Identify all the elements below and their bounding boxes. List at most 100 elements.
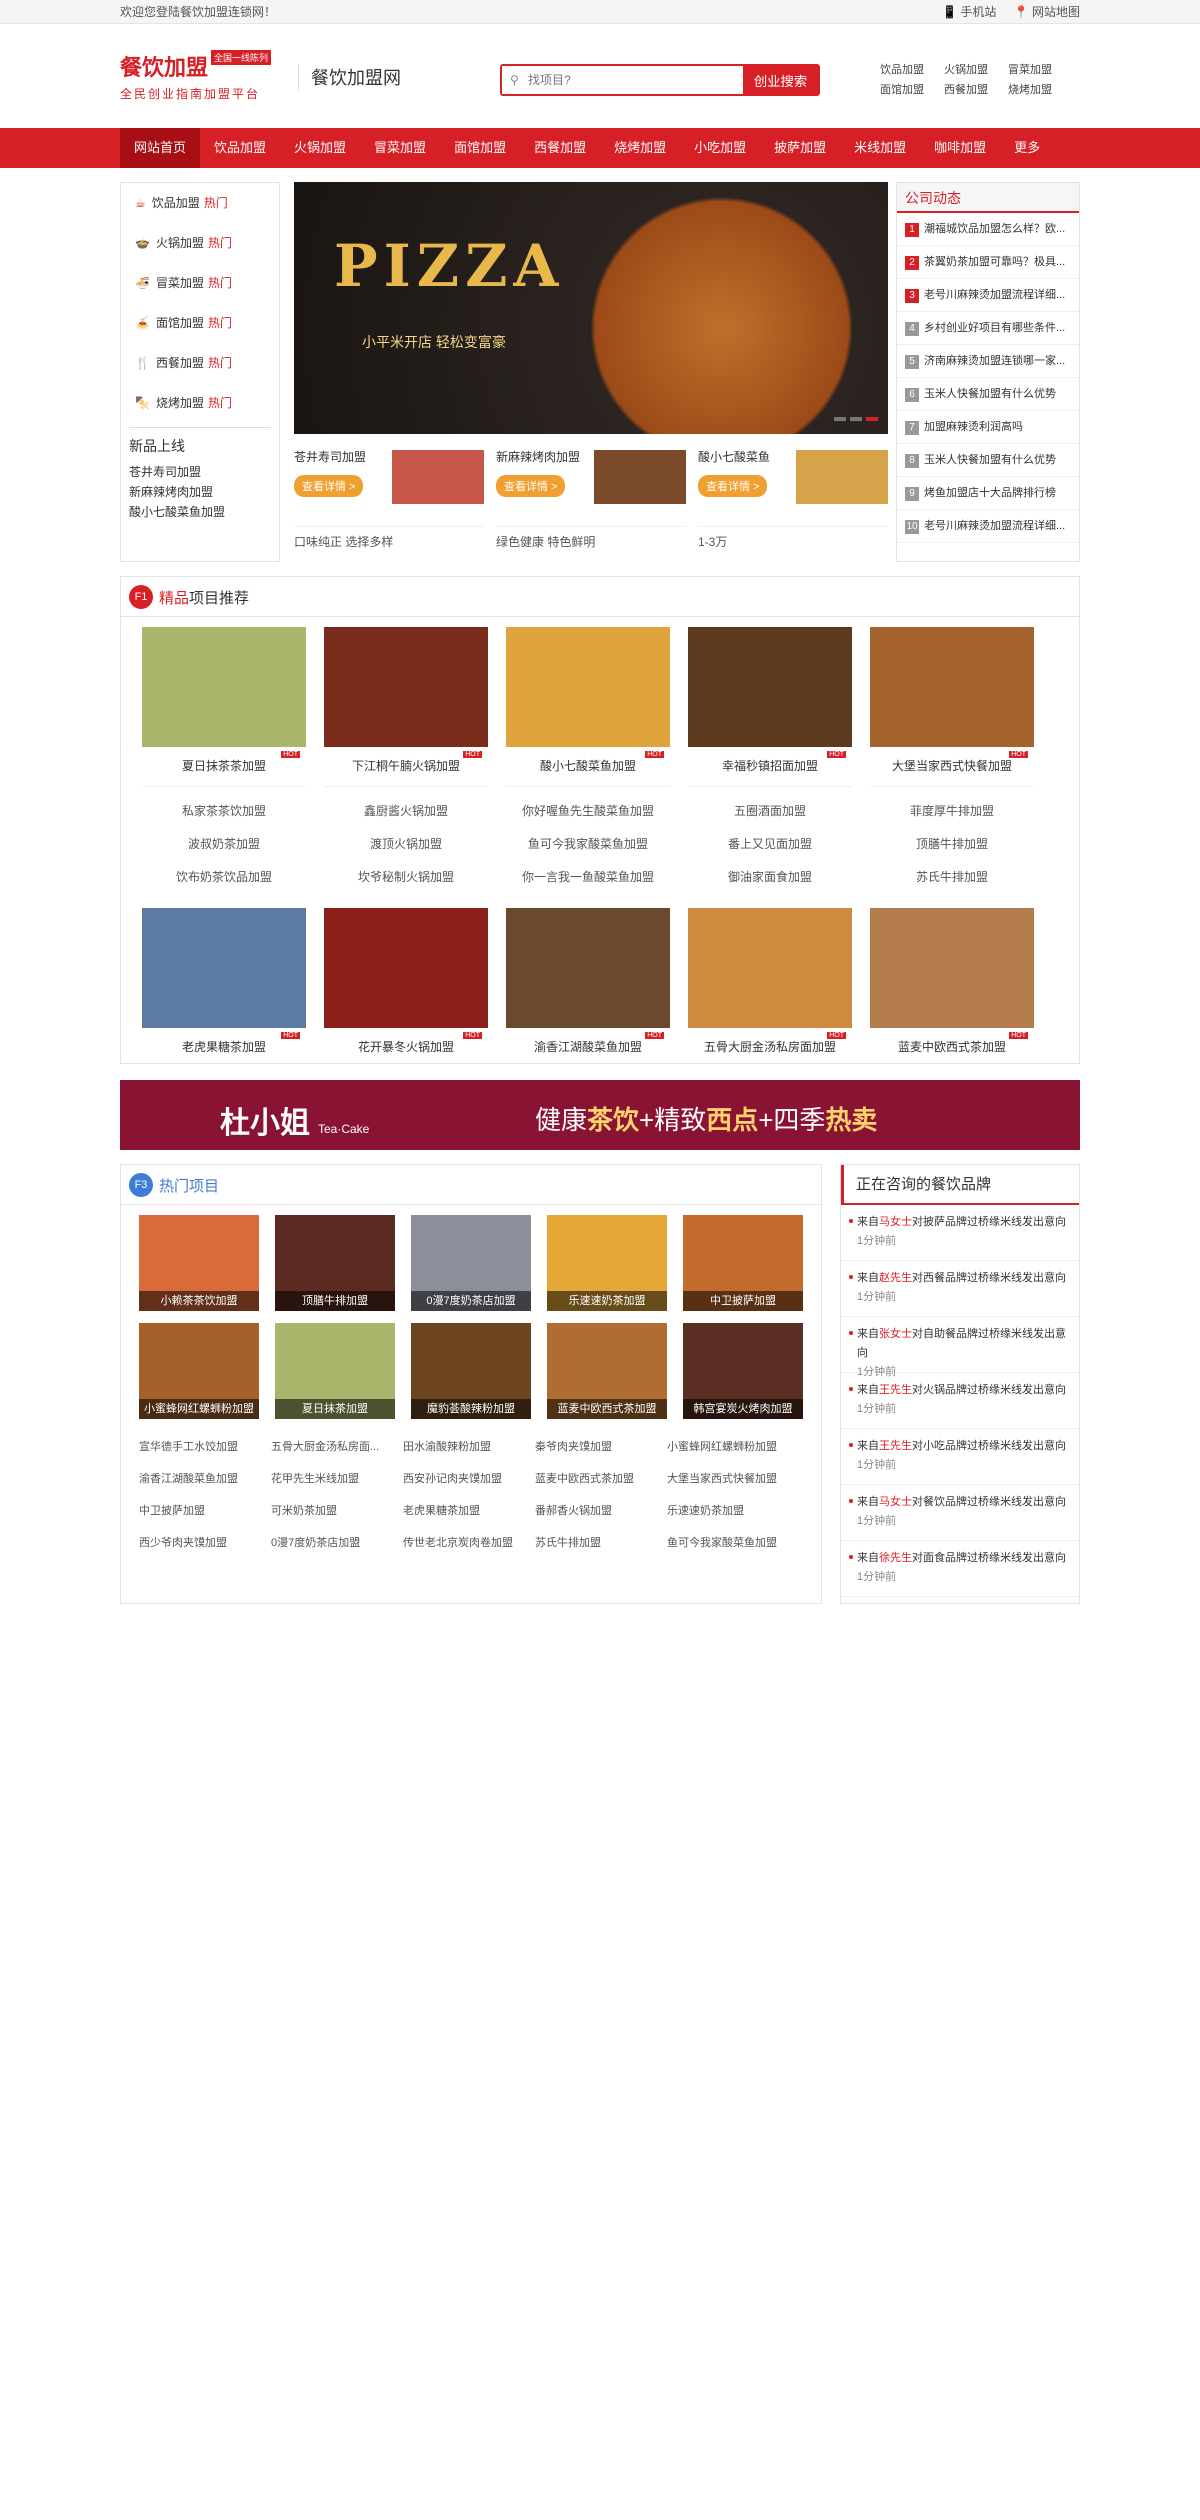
related-link[interactable]: 鱼可今我家酸菜鱼加盟 [506,828,670,861]
related-link[interactable]: 鑫厨酱火锅加盟 [324,795,488,828]
nav-item[interactable]: 西餐加盟 [520,128,600,168]
project-card[interactable]: 花开暴冬火锅加盟 HOT [324,908,488,1055]
related-link[interactable]: 你好喔鱼先生酸菜鱼加盟 [506,795,670,828]
project-card[interactable]: 五骨大厨金汤私房面加盟 HOT [688,908,852,1055]
new-product-link[interactable]: 酸小七酸菜鱼加盟 [129,502,271,522]
hot-tile[interactable]: 乐速速奶茶加盟 [547,1215,667,1311]
hot-link[interactable]: 渝香江湖酸菜鱼加盟 [139,1463,271,1495]
hot-link[interactable]: 西少爷肉夹馍加盟 [139,1527,271,1559]
hot-link[interactable]: 可米奶茶加盟 [271,1495,403,1527]
nav-item[interactable]: 咖啡加盟 [920,128,1000,168]
project-card[interactable]: 酸小七酸菜鱼加盟 HOT 你好喔鱼先生酸菜鱼加盟 鱼可今我家酸菜鱼加盟 你一言我一鱼酸菜… [506,627,670,894]
hot-link[interactable]: 冒菜加盟 [1008,61,1072,80]
sidebar-category[interactable]: 🍴 西餐加盟 热门 [121,343,279,383]
hot-link[interactable]: 传世老北京炭肉卷加盟 [403,1527,535,1559]
nav-item[interactable]: 饮品加盟 [200,128,280,168]
hot-link[interactable]: 饮品加盟 [880,61,944,80]
related-link[interactable]: 坎爷秘制火锅加盟 [324,861,488,894]
hot-link[interactable]: 中卫披萨加盟 [139,1495,271,1527]
related-link[interactable]: 顶膳牛排加盟 [870,828,1034,861]
news-item[interactable]: 8 玉米人快餐加盟有什么优势 [897,444,1079,477]
hot-link[interactable]: 苏氏牛排加盟 [535,1527,667,1559]
hot-tile[interactable]: 小蜜蜂网红螺蛳粉加盟 [139,1323,259,1419]
search-button[interactable]: 创业搜索 [743,66,818,94]
related-link[interactable]: 波叔奶茶加盟 [142,828,306,861]
related-link[interactable]: 菲度厚牛排加盟 [870,795,1034,828]
hot-link[interactable]: 老虎果糖茶加盟 [403,1495,535,1527]
nav-item[interactable]: 网站首页 [120,128,201,168]
hot-tile[interactable]: 蓝麦中欧西式茶加盟 [547,1323,667,1419]
promo-card[interactable]: 苍井寿司加盟 查看详情 > 口味纯正 选择多样 [294,444,484,562]
project-card[interactable]: 老虎果糖茶加盟 HOT [142,908,306,1055]
hot-link[interactable]: 面馆加盟 [880,81,944,100]
nav-item[interactable]: 更多 [1000,128,1054,168]
sidebar-category[interactable]: 🍜 冒菜加盟 热门 [121,263,279,303]
nav-item[interactable]: 小吃加盟 [680,128,760,168]
hot-link[interactable]: 西安孙记肉夹馍加盟 [403,1463,535,1495]
details-button[interactable]: 查看详情 > [496,475,566,497]
nav-item[interactable]: 烧烤加盟 [600,128,680,168]
sidebar-category[interactable]: ☕ 饮品加盟 热门 [121,183,279,223]
news-item[interactable]: 6 玉米人快餐加盟有什么优势 [897,378,1079,411]
promo-card[interactable]: 新麻辣烤肉加盟 查看详情 > 绿色健康 特色鲜明 [496,444,686,562]
related-link[interactable]: 私家茶茶饮加盟 [142,795,306,828]
nav-item[interactable]: 面馆加盟 [440,128,520,168]
sidebar-category[interactable]: 🍢 烧烤加盟 热门 [121,383,279,423]
project-card[interactable]: 下江桐午腩火锅加盟 HOT 鑫厨酱火锅加盟 渡顶火锅加盟 坎爷秘制火锅加盟 [324,627,488,894]
news-item[interactable]: 4 乡村创业好项目有哪些条件... [897,312,1079,345]
hot-link[interactable]: 五骨大厨金汤私房面... [271,1431,403,1463]
details-button[interactable]: 查看详情 > [294,475,364,497]
hot-tile[interactable]: 0漫7度奶茶店加盟 [411,1215,531,1311]
hot-link[interactable]: 乐速速奶茶加盟 [667,1495,799,1527]
related-link[interactable]: 番上又见面加盟 [688,828,852,861]
hot-link[interactable]: 蓝麦中欧西式茶加盟 [535,1463,667,1495]
search-input[interactable] [502,66,732,94]
project-card[interactable]: 蓝麦中欧西式茶加盟 HOT [870,908,1034,1055]
sidebar-category[interactable]: 🍝 面馆加盟 热门 [121,303,279,343]
nav-item[interactable]: 披萨加盟 [760,128,840,168]
nav-item[interactable]: 冒菜加盟 [360,128,440,168]
hero-banner[interactable]: PIZZA 小平米开店 轻松变富豪 [294,182,888,434]
hot-tile[interactable]: 夏日抹茶加盟 [275,1323,395,1419]
news-item[interactable]: 1 潮福城饮品加盟怎么样？欧... [897,213,1079,246]
hot-link[interactable]: 小蜜蜂网红螺蛳粉加盟 [667,1431,799,1463]
news-item[interactable]: 10 老号川麻辣烫加盟流程详细... [897,510,1079,543]
hot-link[interactable]: 秦爷肉夹馍加盟 [535,1431,667,1463]
related-link[interactable]: 你一言我一鱼酸菜鱼加盟 [506,861,670,894]
hot-link[interactable]: 田水渝酸辣粉加盟 [403,1431,535,1463]
hot-link[interactable]: 0漫7度奶茶店加盟 [271,1527,403,1559]
hot-link[interactable]: 花甲先生米线加盟 [271,1463,403,1495]
news-item[interactable]: 2 茶翼奶茶加盟可靠吗？极具... [897,246,1079,279]
news-item[interactable]: 9 烤鱼加盟店十大品牌排行榜 [897,477,1079,510]
related-link[interactable]: 渡顶火锅加盟 [324,828,488,861]
hot-tile[interactable]: 魔豹荟酸辣粉加盟 [411,1323,531,1419]
nav-item[interactable]: 火锅加盟 [280,128,360,168]
sidebar-category[interactable]: 🍲 火锅加盟 热门 [121,223,279,263]
project-card[interactable]: 渝香江湖酸菜鱼加盟 HOT [506,908,670,1055]
hot-tile[interactable]: 韩宫宴炭火烤肉加盟 [683,1323,803,1419]
new-product-link[interactable]: 新麻辣烤肉加盟 [129,482,271,502]
hot-tile[interactable]: 小赖茶茶饮加盟 [139,1215,259,1311]
sitemap-link[interactable]: 📍 网站地图 [1014,5,1080,19]
mobile-link[interactable]: 📱 手机站 [942,5,996,19]
new-product-link[interactable]: 苍井寿司加盟 [129,462,271,482]
hot-link[interactable]: 番郝香火锅加盟 [535,1495,667,1527]
carousel-dots[interactable] [830,410,878,424]
hot-link[interactable]: 宣华德手工水饺加盟 [139,1431,271,1463]
hot-tile[interactable]: 中卫披萨加盟 [683,1215,803,1311]
hot-link[interactable]: 西餐加盟 [944,81,1008,100]
project-card[interactable]: 幸福秒镇招面加盟 HOT 五圈酒面加盟 番上又见面加盟 御油家面食加盟 [688,627,852,894]
project-card[interactable]: 夏日抹茶茶加盟 HOT 私家茶茶饮加盟 波叔奶茶加盟 饮布奶茶饮品加盟 [142,627,306,894]
hot-link[interactable]: 大堡当家西式快餐加盟 [667,1463,799,1495]
related-link[interactable]: 苏氏牛排加盟 [870,861,1034,894]
details-button[interactable]: 查看详情 > [698,475,768,497]
promo-card[interactable]: 酸小七酸菜鱼 查看详情 >1-3万 [698,444,888,562]
hot-link[interactable]: 鱼可今我家酸菜鱼加盟 [667,1527,799,1559]
related-link[interactable]: 五圈酒面加盟 [688,795,852,828]
project-card[interactable]: 大堡当家西式快餐加盟 HOT 菲度厚牛排加盟 顶膳牛排加盟 苏氏牛排加盟 [870,627,1034,894]
news-item[interactable]: 5 济南麻辣烫加盟连锁哪一家... [897,345,1079,378]
hot-link[interactable]: 火锅加盟 [944,61,1008,80]
hot-link[interactable]: 烧烤加盟 [1008,81,1072,100]
nav-item[interactable]: 米线加盟 [840,128,920,168]
news-item[interactable]: 7 加盟麻辣烫利润高吗 [897,411,1079,444]
